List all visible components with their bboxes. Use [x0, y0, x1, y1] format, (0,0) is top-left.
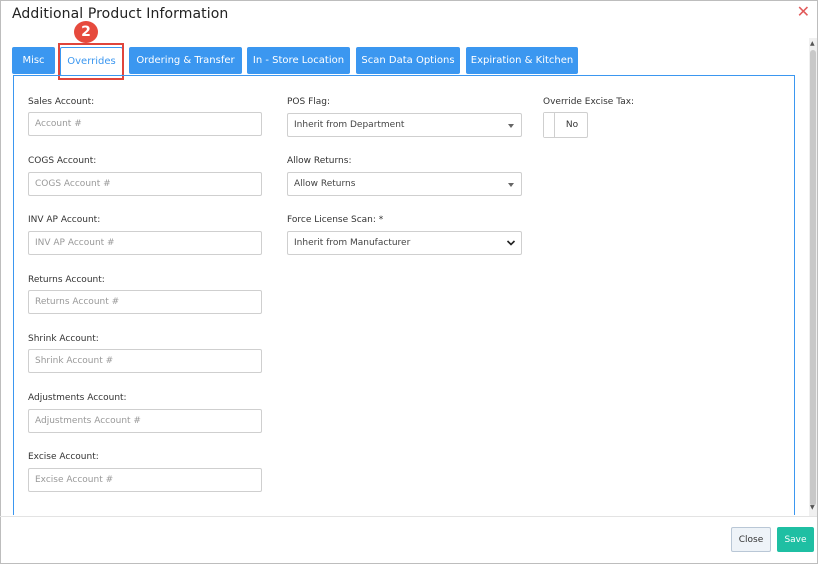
tab-overrides[interactable]: Overrides: [60, 47, 123, 76]
adjustments-account-label: Adjustments Account:: [28, 393, 127, 403]
step-badge: 2: [74, 21, 98, 43]
caret-down-icon: [508, 124, 514, 128]
allow-returns-label: Allow Returns:: [287, 156, 352, 166]
force-license-scan-label: Force License Scan: *: [287, 215, 384, 225]
toggle-knob: [544, 113, 555, 137]
chevron-down-icon: [506, 240, 516, 246]
cogs-account-label: COGS Account:: [28, 156, 97, 166]
sales-account-label: Sales Account:: [28, 97, 95, 107]
returns-account-input[interactable]: Returns Account #: [28, 290, 262, 314]
excise-account-label: Excise Account:: [28, 452, 99, 462]
shrink-account-label: Shrink Account:: [28, 334, 99, 344]
tab-ordering-transfer[interactable]: Ordering & Transfer: [129, 47, 242, 74]
close-icon[interactable]: ✕: [797, 4, 810, 20]
allow-returns-select[interactable]: Allow Returns: [287, 172, 522, 196]
tab-scan-data-options[interactable]: Scan Data Options: [356, 47, 460, 74]
allow-returns-value: Allow Returns: [294, 179, 356, 189]
scroll-up-icon[interactable]: ▲: [810, 40, 815, 47]
toggle-state-label: No: [565, 120, 579, 130]
inv-ap-account-label: INV AP Account:: [28, 215, 101, 225]
tab-in-store-location[interactable]: In - Store Location: [247, 47, 350, 74]
adjustments-account-input[interactable]: Adjustments Account #: [28, 409, 262, 433]
sales-account-input[interactable]: Account #: [28, 112, 262, 136]
pos-flag-value: Inherit from Department: [294, 120, 405, 130]
tab-expiration-kitchen[interactable]: Expiration & Kitchen: [466, 47, 578, 74]
shrink-account-input[interactable]: Shrink Account #: [28, 349, 262, 373]
override-excise-tax-label: Override Excise Tax:: [543, 97, 635, 107]
tab-misc[interactable]: Misc: [12, 47, 55, 74]
inv-ap-account-input[interactable]: INV AP Account #: [28, 231, 262, 255]
force-license-scan-select[interactable]: Inherit from Manufacturer: [287, 231, 522, 255]
close-button[interactable]: Close: [731, 527, 771, 552]
pos-flag-select[interactable]: Inherit from Department: [287, 113, 522, 137]
force-license-scan-value: Inherit from Manufacturer: [294, 238, 411, 248]
scrollbar-thumb[interactable]: [810, 50, 816, 506]
override-excise-tax-toggle[interactable]: No: [543, 112, 588, 138]
dialog-title: Additional Product Information: [12, 6, 229, 22]
excise-account-input[interactable]: Excise Account #: [28, 468, 262, 492]
cogs-account-input[interactable]: COGS Account #: [28, 172, 262, 196]
returns-account-label: Returns Account:: [28, 275, 105, 285]
scroll-down-icon[interactable]: ▼: [810, 504, 815, 511]
save-button[interactable]: Save: [777, 527, 814, 552]
footer-divider: [0, 516, 817, 517]
pos-flag-label: POS Flag:: [287, 97, 331, 107]
caret-down-icon: [508, 183, 514, 187]
